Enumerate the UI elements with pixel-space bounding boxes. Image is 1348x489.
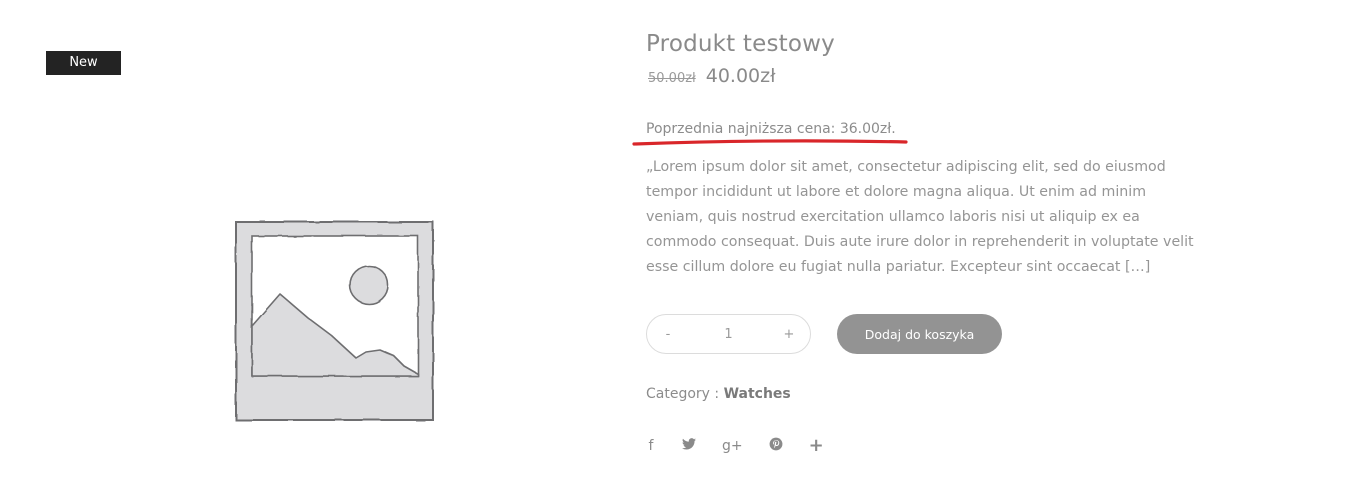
lowest-price-text: Poprzednia najniższa cena: 36.00zł. — [646, 121, 896, 137]
short-description: „Lorem ipsum dolor sit amet, consectetur… — [646, 159, 1194, 275]
current-price: 40.00zł — [705, 65, 776, 87]
new-badge: New — [46, 51, 121, 75]
price-row: 50.00zł 40.00zł — [646, 65, 1216, 91]
facebook-icon[interactable]: f — [646, 438, 656, 454]
quantity-minus-button[interactable]: - — [661, 327, 675, 342]
plus-icon[interactable]: + — [809, 437, 824, 455]
add-to-cart-button[interactable]: Dodaj do koszyka — [837, 314, 1002, 354]
twitter-icon[interactable] — [682, 438, 696, 454]
image-placeholder-icon[interactable] — [232, 218, 438, 425]
highlight-underline — [632, 139, 908, 146]
product-title: Produkt testowy — [646, 31, 835, 57]
old-price: 50.00zł — [648, 71, 696, 86]
product-page: New Produkt testowy 50.00zł 40.00zł Popr… — [0, 0, 1348, 489]
category-link[interactable]: Watches — [724, 386, 791, 402]
pinterest-icon[interactable] — [769, 437, 783, 455]
product-summary: Produkt testowy 50.00zł 40.00zł Poprzedn… — [632, 28, 1216, 455]
lowest-price-note: Poprzednia najniższa cena: 36.00zł. — [632, 119, 908, 146]
category-label: Category : — [646, 386, 724, 402]
share-icons: f g+ + — [646, 437, 1216, 455]
quantity-input[interactable] — [698, 326, 759, 342]
google-plus-icon[interactable]: g+ — [722, 438, 743, 454]
quantity-plus-button[interactable]: + — [782, 327, 796, 342]
quantity-stepper[interactable]: - + — [646, 314, 811, 354]
product-meta: Category : Watches — [646, 386, 1216, 402]
add-to-cart-form: - + Dodaj do koszyka — [646, 314, 1216, 354]
